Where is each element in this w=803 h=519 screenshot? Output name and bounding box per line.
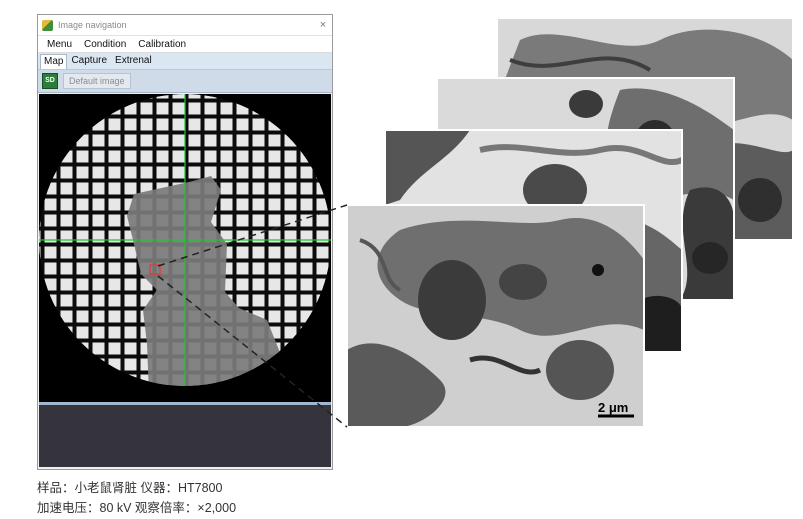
caption: 样品：小老鼠肾脏 仪器：HT7800 加速电压：80 kV 观察倍率：×2,00…: [37, 478, 236, 518]
micrograph-stack: 2 μm: [157, 17, 794, 428]
zoom-line-top: [157, 204, 348, 267]
micrograph-front: [347, 205, 644, 427]
caption-sample-line: 样品：小老鼠肾脏 仪器：HT7800: [37, 481, 223, 495]
zoom-line-bottom: [157, 275, 348, 428]
scale-bar-label: 2 μm: [598, 400, 628, 415]
caption-condition-line: 加速电压：80 kV 观察倍率：×2,000: [37, 501, 237, 515]
